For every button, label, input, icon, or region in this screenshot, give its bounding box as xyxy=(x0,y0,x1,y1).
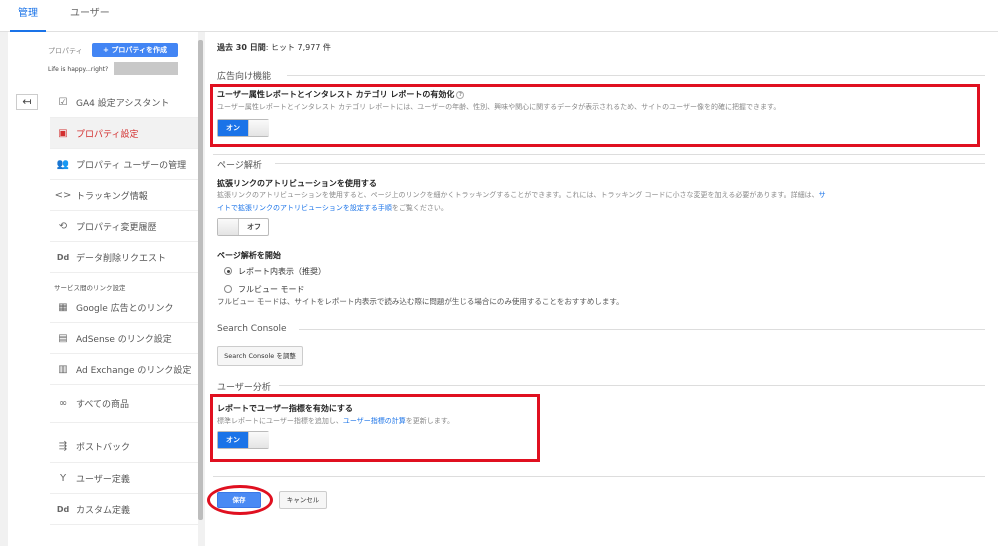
property-name: Life is happy...right? xyxy=(48,66,109,73)
divider xyxy=(213,154,985,155)
sidebar-item-data-deletion[interactable]: Dd データ削除リクエスト xyxy=(50,242,198,273)
sidebar-item-all-products[interactable]: ∞ すべての商品 xyxy=(50,385,198,423)
window-icon: ▣ xyxy=(58,127,68,139)
highlight-oval-save xyxy=(207,485,273,515)
hit-count: 過去 30 日間: ヒット 7,977 件 xyxy=(217,42,331,53)
grid-icon: ▦ xyxy=(58,301,68,313)
sidebar-item-user-definition[interactable]: Y ユーザー定義 xyxy=(50,463,198,494)
enhanced-link-description-cont: イトで拡張リンクのアトリビューションを設定する手順をご覧ください。 xyxy=(217,203,448,213)
back-arrow-icon[interactable]: ↤ xyxy=(16,94,38,110)
radio-fullview-label[interactable]: フルビュー モード xyxy=(238,284,305,295)
sidebar-item-label: データ削除リクエスト xyxy=(76,253,167,264)
enhanced-link-toggle[interactable]: オフ xyxy=(217,218,269,236)
enhanced-link-desc-text: 拡張リンクのアトリビューションを使用すると、ページ上のリンクを細かくトラッキング… xyxy=(217,191,819,199)
dd-icon: Dd xyxy=(56,504,70,514)
sidebar-scrollbar[interactable] xyxy=(198,40,203,520)
dd-icon: Dd xyxy=(56,252,70,262)
page-analytics-start-title: ページ解析を開始 xyxy=(217,251,281,260)
ads-features-heading: 広告向け機能 xyxy=(217,72,272,82)
sidebar-item-change-history[interactable]: ⟲ プロパティ変更履歴 xyxy=(50,211,198,242)
property-sidebar: プロパティ + プロパティを作成 Life is happy...right? … xyxy=(8,32,198,546)
radio-fullview[interactable] xyxy=(224,285,232,293)
divider xyxy=(279,385,985,386)
sidebar-item-label: ユーザー定義 xyxy=(76,474,130,485)
search-console-adjust-button[interactable]: Search Console を調整 xyxy=(217,346,303,366)
highlight-box-user-metric xyxy=(210,394,540,462)
create-property-button[interactable]: + プロパティを作成 xyxy=(92,43,178,57)
postback-icon: ⇶ xyxy=(58,440,68,452)
toggle-off-label: オフ xyxy=(247,223,261,231)
code-icon: <> xyxy=(54,189,72,201)
create-property-label: プロパティを作成 xyxy=(111,46,167,54)
hit-count-value: : ヒット 7,977 件 xyxy=(265,43,331,52)
sidebar-item-label: GA4 設定アシスタント xyxy=(76,98,170,109)
property-column-label: プロパティ xyxy=(48,47,83,55)
radio-inpage[interactable] xyxy=(224,267,232,275)
sidebar-item-label: Ad Exchange のリンク設定 xyxy=(76,365,192,376)
sidebar-item-label: カスタム定義 xyxy=(76,505,131,516)
sidebar-item-label: すべての商品 xyxy=(76,400,130,410)
fork-icon: Y xyxy=(59,472,67,484)
property-id-redacted xyxy=(114,62,178,75)
adexchange-icon: ▥ xyxy=(58,363,68,375)
sidebar-item-label: AdSense のリンク設定 xyxy=(76,334,172,345)
radio-inpage-label[interactable]: レポート内表示（推奨） xyxy=(238,266,326,277)
sidebar-item-property-settings[interactable]: ▣ プロパティ設定 xyxy=(50,118,198,149)
cancel-button[interactable]: キャンセル xyxy=(279,491,327,509)
sidebar-item-custom-definition[interactable]: Dd カスタム定義 xyxy=(50,494,198,525)
adsense-icon: ▤ xyxy=(58,332,68,344)
tab-user[interactable]: ユーザー xyxy=(70,0,110,32)
page-analytics-heading: ページ解析 xyxy=(217,161,262,171)
sidebar-item-label: プロパティ ユーザーの管理 xyxy=(76,160,187,171)
divider xyxy=(299,329,985,330)
fullview-description: フルビュー モードは、サイトをレポート内表示で読み込む際に問題が生じる場合にのみ… xyxy=(217,297,624,306)
highlight-box-demographics xyxy=(210,84,980,147)
history-icon: ⟲ xyxy=(58,220,68,232)
sidebar-item-adexchange-link[interactable]: ▥ Ad Exchange のリンク設定 xyxy=(50,354,198,385)
link-icon: ∞ xyxy=(58,398,68,409)
top-tab-bar: 管理 ユーザー xyxy=(0,0,998,32)
divider xyxy=(287,75,985,76)
sidebar-item-label: Google 広告とのリンク xyxy=(76,303,174,314)
sidebar-item-label: ポストバック xyxy=(76,442,131,453)
sidebar-item-label: プロパティ変更履歴 xyxy=(76,222,157,233)
enhanced-link-help-link[interactable]: サ xyxy=(819,191,826,199)
checklist-icon: ☑ xyxy=(58,96,68,108)
sidebar-item-user-management[interactable]: 👥 プロパティ ユーザーの管理 xyxy=(50,149,198,180)
link-settings-heading: サービス間のリンク設定 xyxy=(54,284,126,292)
hit-period: 過去 30 日間 xyxy=(217,43,266,52)
sidebar-item-label: プロパティ設定 xyxy=(76,129,139,140)
property-settings-panel: 過去 30 日間: ヒット 7,977 件 広告向け機能 ユーザー属性レポートと… xyxy=(205,32,998,546)
user-analysis-heading: ユーザー分析 xyxy=(217,383,271,393)
enhanced-link-title: 拡張リンクのアトリビューションを使用する xyxy=(217,179,377,188)
sidebar-item-tracking-info[interactable]: <> トラッキング情報 xyxy=(50,180,198,211)
search-console-heading: Search Console xyxy=(217,324,287,334)
sidebar-item-google-ads-link[interactable]: ▦ Google 広告とのリンク xyxy=(50,292,198,323)
enhanced-link-description: 拡張リンクのアトリビューションを使用すると、ページ上のリンクを細かくトラッキング… xyxy=(217,190,826,200)
sidebar-item-adsense-link[interactable]: ▤ AdSense のリンク設定 xyxy=(50,323,198,354)
divider xyxy=(213,476,985,477)
users-icon: 👥 xyxy=(56,158,70,170)
divider xyxy=(275,163,985,164)
enhanced-link-help-link-cont[interactable]: イトで拡張リンクのアトリビューションを設定する手順 xyxy=(217,204,392,212)
sidebar-item-label: トラッキング情報 xyxy=(76,191,148,202)
sidebar-item-ga4-setup[interactable]: ☑ GA4 設定アシスタント xyxy=(50,87,198,118)
ga-admin-screen: 管理 ユーザー プロパティ + プロパティを作成 Life is happy..… xyxy=(0,0,998,546)
tab-admin[interactable]: 管理 xyxy=(10,0,46,32)
sidebar-item-postback[interactable]: ⇶ ポストバック xyxy=(50,430,198,463)
enhanced-link-desc-suffix: をご覧ください。 xyxy=(391,204,448,212)
toggle-knob xyxy=(218,219,239,235)
